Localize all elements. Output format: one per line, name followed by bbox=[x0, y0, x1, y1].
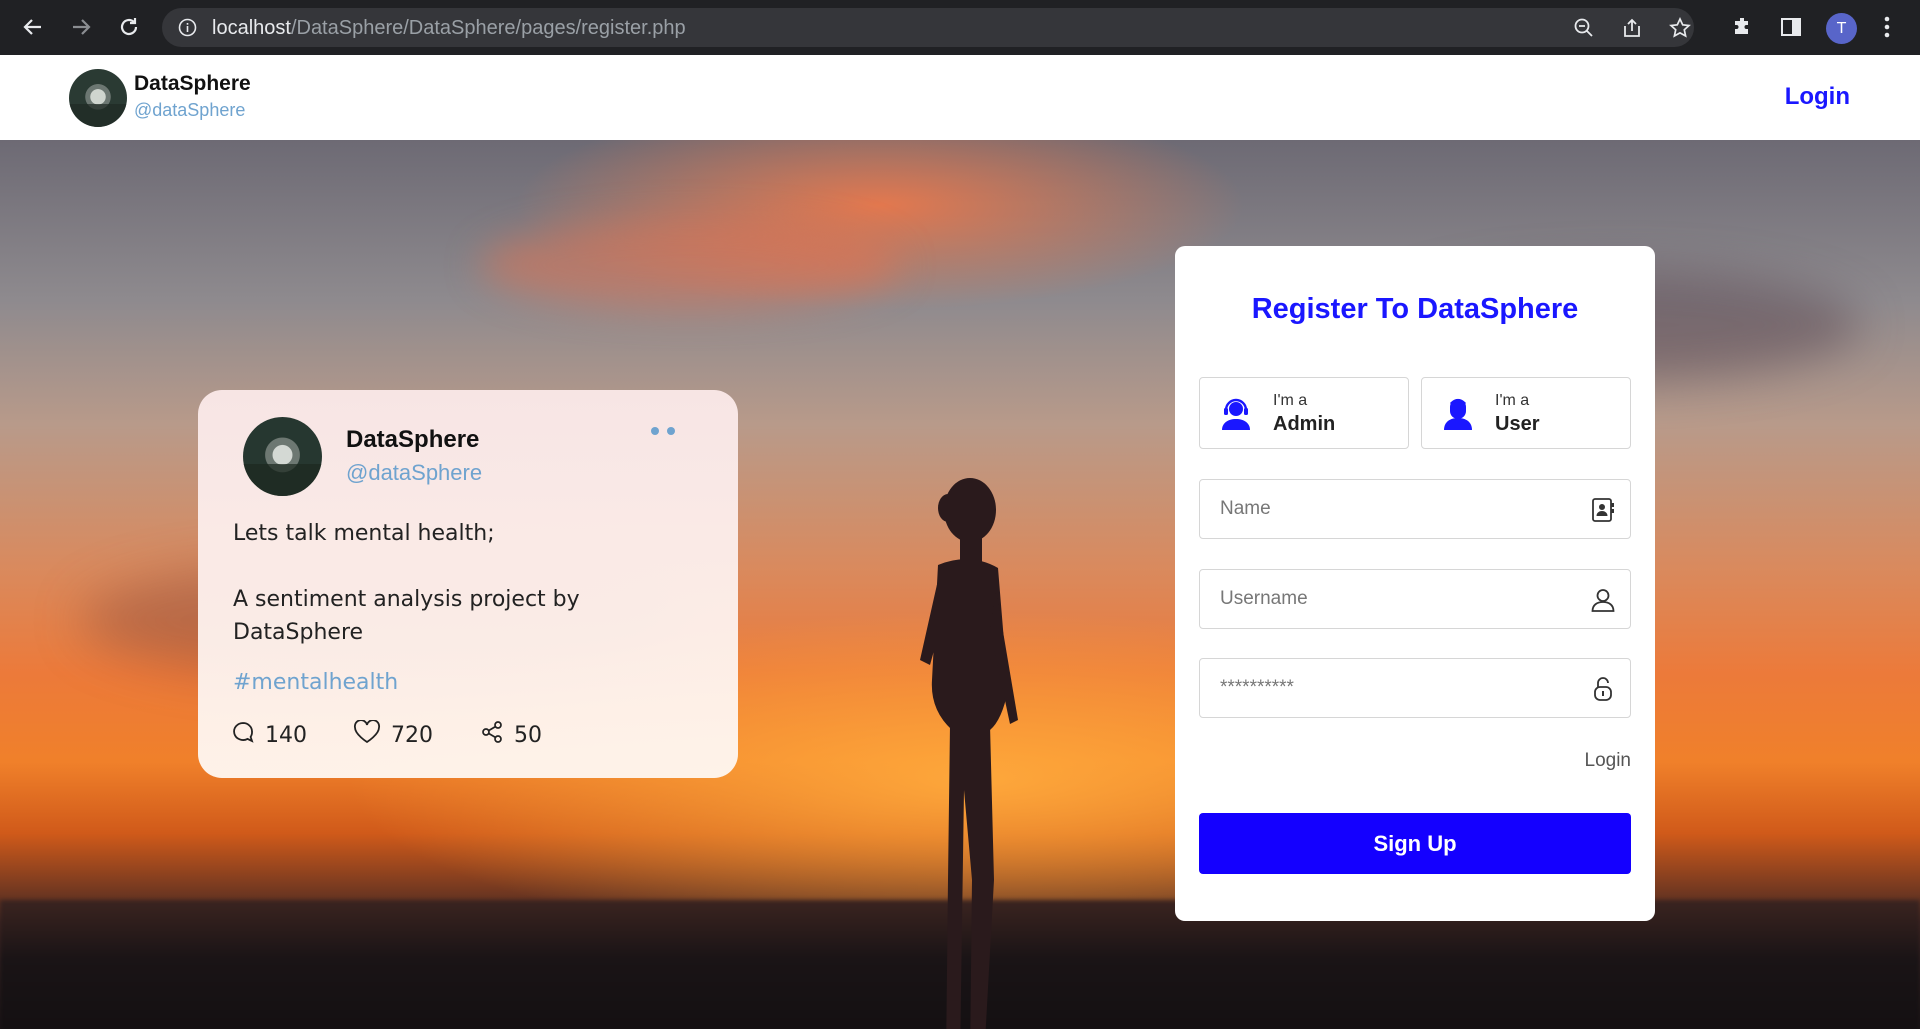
browser-toolbar: localhost/DataSphere/DataSphere/pages/re… bbox=[0, 0, 1920, 55]
signup-button[interactable]: Sign Up bbox=[1199, 813, 1631, 874]
post-text-line: A sentiment analysis project by bbox=[233, 587, 580, 612]
post-avatar bbox=[243, 417, 322, 496]
zoom-icon[interactable] bbox=[1572, 16, 1596, 40]
extensions-icon[interactable] bbox=[1730, 14, 1756, 40]
register-title: Register To DataSphere bbox=[1251, 293, 1579, 325]
register-card: Register To DataSphere I'm a Admin I'm a… bbox=[1175, 246, 1655, 921]
post-author-name: DataSphere bbox=[346, 426, 480, 453]
share-count: 50 bbox=[514, 722, 542, 748]
role-admin-label: Admin bbox=[1273, 413, 1336, 435]
name-field bbox=[1199, 479, 1631, 539]
person-outline-icon bbox=[1591, 589, 1615, 612]
header-login-link[interactable]: Login bbox=[1785, 83, 1850, 111]
like-stat[interactable]: 720 bbox=[353, 719, 433, 750]
contact-card-icon bbox=[1592, 498, 1614, 522]
password-input[interactable] bbox=[1200, 659, 1630, 717]
share-stat[interactable]: 50 bbox=[480, 720, 542, 750]
comment-icon bbox=[231, 720, 255, 750]
bookmark-star-icon[interactable] bbox=[1668, 16, 1692, 40]
role-admin-button[interactable]: I'm a Admin bbox=[1199, 377, 1409, 449]
post-hashtag[interactable]: #mentalhealth bbox=[233, 670, 398, 695]
site-header: DataSphere @dataSphere Login bbox=[0, 55, 1920, 140]
back-icon[interactable] bbox=[18, 12, 48, 42]
share-nodes-icon bbox=[480, 720, 504, 750]
lock-icon bbox=[1594, 677, 1612, 701]
url-host: localhost bbox=[212, 17, 291, 39]
menu-icon[interactable] bbox=[1874, 14, 1900, 40]
more-options-icon[interactable] bbox=[648, 424, 678, 436]
url-path: /DataSphere/DataSphere/pages/register.ph… bbox=[290, 17, 686, 39]
comment-count: 140 bbox=[265, 722, 307, 748]
post-text-line: Lets talk mental health; bbox=[233, 521, 495, 546]
brand-handle: @dataSphere bbox=[134, 100, 246, 120]
register-login-link[interactable]: Login bbox=[1585, 750, 1632, 772]
share-icon[interactable] bbox=[1620, 16, 1644, 40]
cloud bbox=[480, 220, 900, 310]
profile-avatar[interactable]: T bbox=[1826, 13, 1857, 44]
site-info-icon[interactable] bbox=[178, 18, 197, 37]
user-person-icon bbox=[1444, 399, 1472, 430]
post-card: DataSphere @dataSphere Lets talk mental … bbox=[198, 390, 738, 778]
role-user-button[interactable]: I'm a User bbox=[1421, 377, 1631, 449]
woman-silhouette bbox=[920, 478, 1018, 1029]
address-bar[interactable]: localhost/DataSphere/DataSphere/pages/re… bbox=[162, 8, 1694, 47]
url-text: localhost/DataSphere/DataSphere/pages/re… bbox=[212, 17, 686, 40]
admin-headset-icon bbox=[1222, 398, 1250, 430]
username-field bbox=[1199, 569, 1631, 629]
side-panel-icon[interactable] bbox=[1778, 14, 1804, 40]
forward-icon[interactable] bbox=[66, 12, 96, 42]
post-text-line: DataSphere bbox=[233, 620, 364, 645]
role-admin-prefix: I'm a bbox=[1273, 392, 1308, 409]
heart-icon bbox=[353, 719, 381, 750]
role-user-prefix: I'm a bbox=[1495, 392, 1530, 409]
password-field bbox=[1199, 658, 1631, 718]
username-input[interactable] bbox=[1200, 570, 1630, 628]
reload-icon[interactable] bbox=[114, 12, 144, 42]
comment-stat[interactable]: 140 bbox=[231, 720, 307, 750]
role-user-label: User bbox=[1495, 413, 1540, 435]
name-input[interactable] bbox=[1200, 480, 1630, 538]
brand-logo[interactable] bbox=[69, 69, 127, 127]
brand-name: DataSphere bbox=[134, 72, 251, 95]
like-count: 720 bbox=[391, 722, 433, 748]
post-author-handle: @dataSphere bbox=[346, 460, 483, 485]
